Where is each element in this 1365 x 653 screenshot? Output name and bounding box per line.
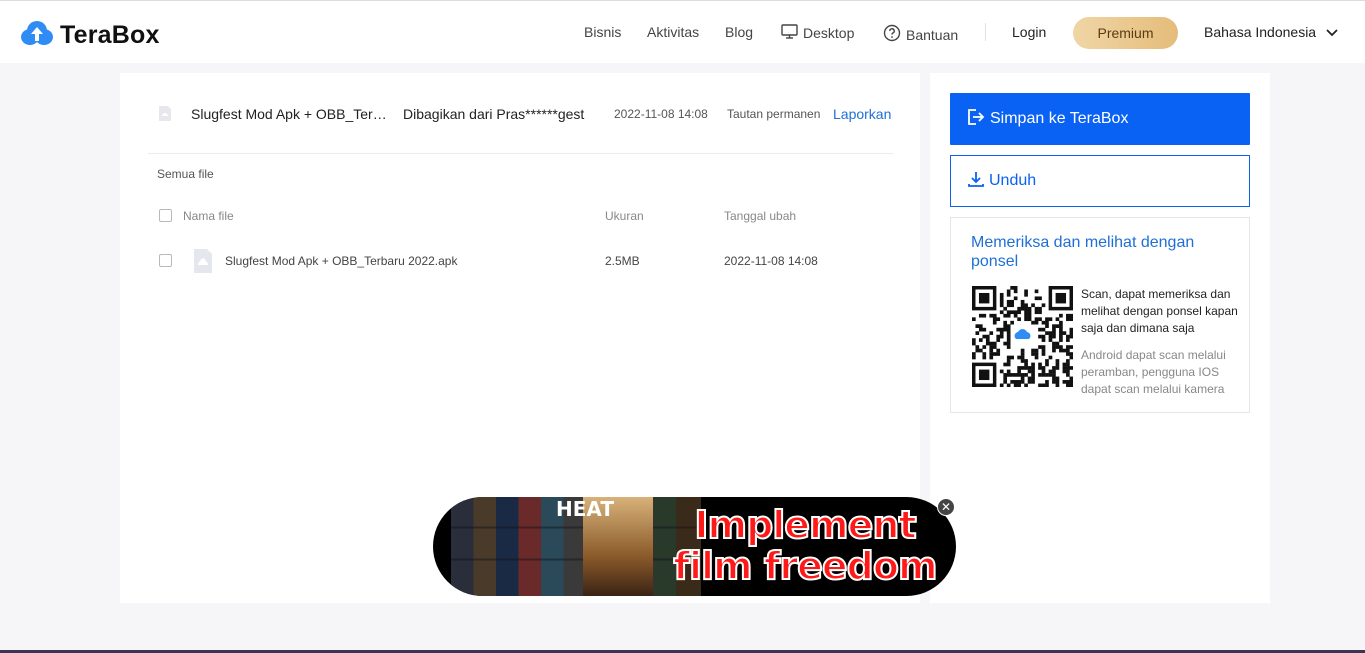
- ad-headline-line1: Implement: [693, 503, 917, 547]
- file-size: 2.5MB: [605, 254, 640, 268]
- share-date: 2022-11-08 14:08: [614, 107, 708, 121]
- scan-description: Scan, dapat memeriksa dan melihat dengan…: [1081, 287, 1238, 335]
- file-name[interactable]: Slugfest Mod Apk + OBB_Terbaru 2022.apk: [225, 254, 457, 268]
- nav-blog[interactable]: Blog: [725, 24, 753, 40]
- share-info: Slugfest Mod Apk + OBB_Terbaru 2022.apk …: [157, 105, 893, 123]
- ad-close-button[interactable]: ✕: [937, 498, 955, 516]
- login-link[interactable]: Login: [1012, 24, 1046, 40]
- column-modified[interactable]: Tanggal ubah: [724, 209, 796, 223]
- column-name[interactable]: Nama file: [183, 209, 234, 223]
- language-label: Bahasa Indonesia: [1204, 24, 1317, 40]
- table-row[interactable]: Slugfest Mod Apk + OBB_Terbaru 2022.apk …: [157, 247, 893, 275]
- chevron-down-icon: [1326, 24, 1343, 40]
- qr-code-icon: [972, 286, 1074, 388]
- language-selector[interactable]: Bahasa Indonesia: [1204, 24, 1343, 40]
- divider: [148, 153, 893, 154]
- report-link[interactable]: Laporkan: [833, 106, 891, 122]
- nav-bisnis[interactable]: Bisnis: [584, 24, 621, 40]
- column-size[interactable]: Ukuran: [605, 209, 644, 223]
- nav-divider: [985, 23, 986, 41]
- nav-desktop[interactable]: Desktop: [781, 24, 854, 42]
- file-modified: 2022-11-08 14:08: [724, 254, 818, 268]
- ad-banner[interactable]: HEAT Implement film freedom: [433, 497, 956, 596]
- select-all-checkbox[interactable]: [159, 209, 172, 222]
- premium-button[interactable]: Premium: [1073, 17, 1178, 49]
- nav-desktop-label: Desktop: [803, 25, 855, 41]
- row-checkbox[interactable]: [159, 254, 172, 267]
- nav-aktivitas[interactable]: Aktivitas: [647, 24, 699, 40]
- scan-instructions: Android dapat scan melalui peramban, pen…: [1081, 348, 1226, 396]
- download-button[interactable]: Unduh: [950, 155, 1250, 207]
- desktop-icon: [781, 24, 803, 42]
- top-header: TeraBox Bisnis Aktivitas Blog Desktop Ba…: [0, 0, 1365, 63]
- share-from: Dibagikan dari Pras******gest: [403, 106, 585, 122]
- action-panel: Simpan ke TeraBox Unduh Memeriksa dan me…: [930, 73, 1270, 603]
- scan-title: Memeriksa dan melihat dengan ponsel: [971, 234, 1195, 270]
- permalink-link[interactable]: Tautan permanen: [727, 107, 820, 121]
- file-icon: [192, 248, 214, 277]
- save-icon: [966, 107, 990, 132]
- save-to-terabox-button[interactable]: Simpan ke TeraBox: [950, 93, 1250, 145]
- ad-headline-line2: film freedom: [672, 544, 938, 588]
- brand-name: TeraBox: [60, 21, 160, 49]
- download-label: Unduh: [989, 172, 1037, 189]
- download-icon: [967, 170, 989, 193]
- file-icon: [157, 105, 173, 125]
- scan-card: Memeriksa dan melihat dengan ponsel Scan…: [950, 217, 1250, 413]
- help-circle-icon: [883, 24, 906, 45]
- ad-poster-title: HEAT: [556, 497, 614, 521]
- terabox-cloud-icon: [20, 19, 54, 52]
- table-header: Nama file Ukuran Tanggal ubah: [157, 207, 893, 225]
- nav-bantuan[interactable]: Bantuan: [883, 24, 958, 45]
- share-title: Slugfest Mod Apk + OBB_Terbaru 2022.apk: [191, 106, 391, 122]
- nav-bantuan-label: Bantuan: [906, 26, 959, 43]
- brand-logo[interactable]: TeraBox: [20, 19, 160, 52]
- breadcrumb[interactable]: Semua file: [157, 167, 214, 181]
- save-label: Simpan ke TeraBox: [990, 110, 1129, 127]
- close-icon: ✕: [940, 500, 952, 514]
